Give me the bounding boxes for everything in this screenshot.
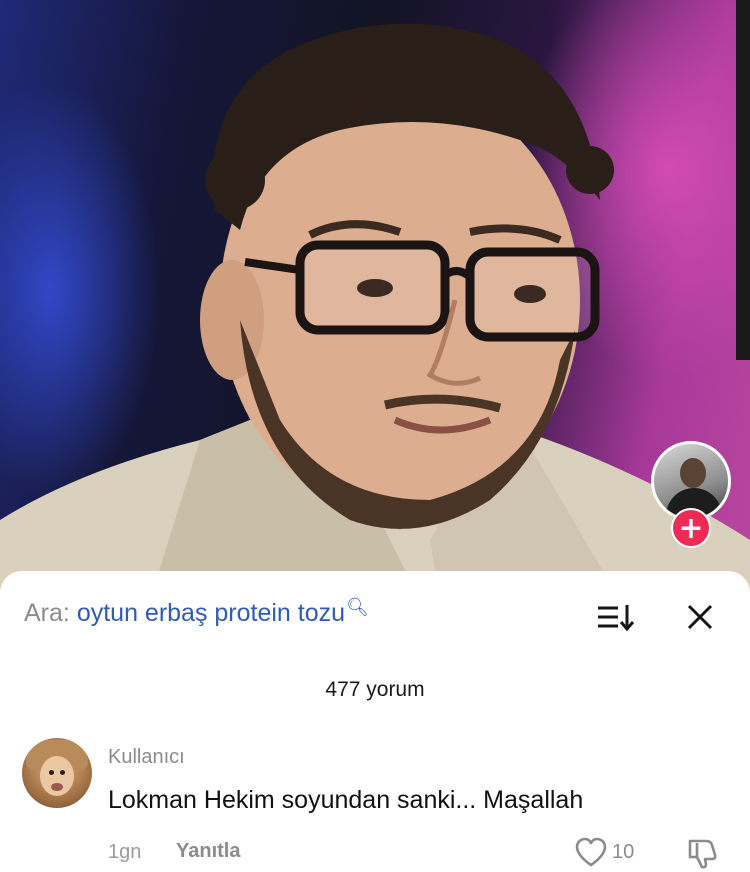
search-suggestion[interactable]: Ara: oytun erbaş protein tozu🔍︎ bbox=[24, 597, 369, 628]
comment-count: 477 yorum bbox=[325, 678, 425, 701]
comment-text: Lokman Hekim soyundan sanki... Maşallah bbox=[108, 786, 584, 814]
sort-icon[interactable] bbox=[596, 601, 636, 633]
avatar-mouth bbox=[51, 783, 63, 791]
like-count: 10 bbox=[612, 841, 635, 863]
plus-icon: + bbox=[678, 511, 704, 546]
comment-sheet: Ara: oytun erbaş protein tozu🔍︎ 477 yoru… bbox=[0, 571, 750, 872]
creator-avatar-face bbox=[680, 458, 706, 488]
avatar-eye bbox=[49, 770, 54, 775]
follow-button[interactable]: + bbox=[671, 508, 711, 548]
heart-icon[interactable] bbox=[574, 837, 608, 867]
video-frame[interactable] bbox=[0, 0, 750, 600]
reply-button[interactable]: Yanıtla bbox=[176, 840, 240, 863]
search-query[interactable]: oytun erbaş protein tozu bbox=[77, 599, 345, 627]
thumbs-down-icon[interactable] bbox=[686, 835, 720, 869]
video-person-image bbox=[0, 23, 750, 600]
search-icon[interactable]: 🔍︎ bbox=[346, 597, 369, 617]
comment-avatar[interactable] bbox=[22, 738, 92, 808]
avatar-eye bbox=[60, 770, 65, 775]
comment-username[interactable]: Kullanıcı bbox=[108, 746, 185, 769]
comment-time: 1gn bbox=[108, 841, 142, 863]
close-icon[interactable] bbox=[684, 601, 716, 633]
search-label: Ara: bbox=[24, 599, 70, 627]
